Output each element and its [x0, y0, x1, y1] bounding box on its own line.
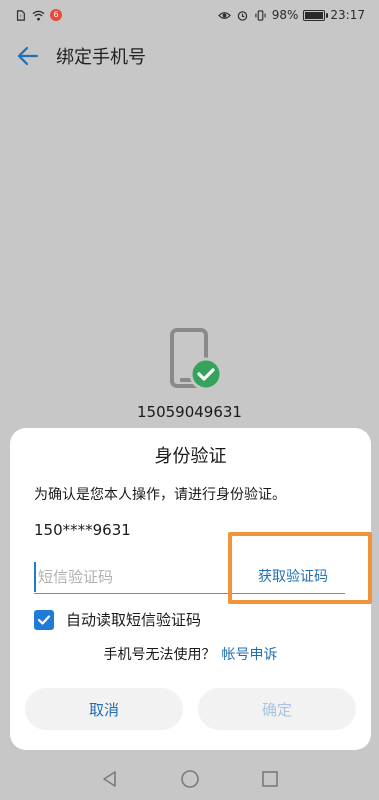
- account-appeal-link[interactable]: 帐号申诉: [222, 647, 278, 663]
- annotation-highlight-box: [228, 532, 372, 604]
- battery-icon: [303, 9, 329, 21]
- battery-fill: [305, 11, 324, 19]
- status-right: 98% 23:17: [217, 8, 365, 22]
- help-line: 手机号无法使用？ 帐号申诉: [10, 644, 371, 664]
- alarm-icon: [237, 10, 247, 21]
- phone-verified-illustration: [170, 328, 223, 391]
- identity-verification-dialog: 身份验证 为确认是您本人操作，请进行身份验证。 150****9631 获取验证…: [10, 428, 372, 750]
- notification-badge: 6: [50, 9, 62, 21]
- sim-icon: !: [16, 9, 25, 21]
- clock: 23:17: [330, 8, 365, 22]
- status-left: ! 6: [14, 9, 62, 21]
- checkbox-check-icon: [37, 614, 51, 625]
- sms-code-input[interactable]: [34, 562, 239, 592]
- masked-phone-number: 150****9631: [34, 521, 131, 539]
- wifi-icon: [32, 10, 45, 21]
- help-question: 手机号无法使用？: [103, 647, 216, 663]
- status-bar: ! 6 98% 23:17: [0, 0, 379, 30]
- dialog-description: 为确认是您本人操作，请进行身份验证。: [34, 487, 286, 503]
- cancel-button[interactable]: 取消: [25, 688, 183, 730]
- confirm-button[interactable]: 确定: [198, 688, 356, 730]
- eye-icon: [217, 11, 231, 19]
- bound-phone-number: 15059049631: [137, 403, 242, 421]
- back-arrow-icon: [17, 46, 39, 66]
- dialog-title: 身份验证: [154, 446, 227, 467]
- back-button[interactable]: [0, 30, 56, 82]
- battery-percent: 98%: [271, 8, 299, 22]
- auto-read-label: 自动读取短信验证码: [66, 611, 202, 629]
- auto-read-checkbox[interactable]: [34, 609, 54, 630]
- navigation-bar: [0, 757, 379, 800]
- page-title: 绑定手机号: [56, 47, 146, 68]
- svg-text:!: !: [20, 14, 22, 20]
- check-circle-icon: [189, 357, 223, 391]
- nav-home-icon[interactable]: [180, 769, 200, 789]
- nav-back-icon[interactable]: [101, 770, 119, 788]
- app-bar: 绑定手机号: [0, 30, 379, 82]
- auto-read-option[interactable]: 自动读取短信验证码: [34, 609, 201, 630]
- nav-recents-icon[interactable]: [261, 770, 279, 788]
- vibrate-icon: [255, 9, 266, 21]
